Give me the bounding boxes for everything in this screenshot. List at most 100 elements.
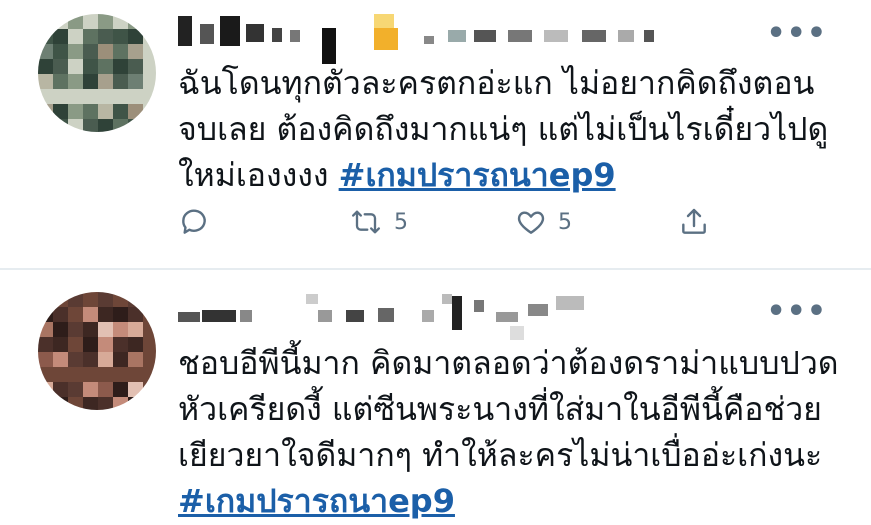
avatar-pixel	[38, 367, 53, 382]
avatar-pixel	[38, 29, 53, 44]
avatar-pixel	[98, 14, 113, 29]
avatar-pixel	[113, 382, 128, 397]
avatar-pixel	[83, 59, 98, 74]
avatar-pixel	[128, 29, 143, 44]
avatar-pixel	[68, 337, 83, 352]
avatar-pixel	[143, 367, 156, 382]
avatar-pixel	[38, 59, 53, 74]
avatar-pixel	[113, 44, 128, 59]
author-name-blurred[interactable]	[178, 290, 618, 340]
avatar-pixel	[143, 119, 156, 132]
avatar-pixel	[53, 29, 68, 44]
avatar-pixel	[68, 59, 83, 74]
avatar-pixel	[83, 104, 98, 119]
avatar-pixel	[113, 14, 128, 29]
avatar-pixel	[128, 352, 143, 367]
avatar-pixel	[128, 119, 143, 132]
avatar-pixel	[38, 74, 53, 89]
avatar-pixel	[128, 104, 143, 119]
avatar-pixel	[68, 74, 83, 89]
avatar-pixel	[98, 322, 113, 337]
avatar-pixel	[98, 74, 113, 89]
avatar-pixel	[98, 397, 113, 410]
avatar-pixel	[38, 322, 53, 337]
hashtag-link[interactable]: #เกมปรารถนาep9	[339, 156, 616, 194]
avatar-pixel	[98, 337, 113, 352]
avatar-pixel	[113, 292, 128, 307]
avatar-pixel	[83, 292, 98, 307]
avatar-pixel	[143, 397, 156, 410]
reply-icon	[178, 206, 210, 238]
avatar-pixel	[128, 44, 143, 59]
avatar-pixel	[53, 89, 68, 104]
avatar-pixel	[143, 322, 156, 337]
avatar-pixel	[143, 104, 156, 119]
author-name-blurred[interactable]	[178, 10, 698, 64]
avatar-pixel	[38, 337, 53, 352]
avatar-pixel	[53, 367, 68, 382]
avatar-pixel	[113, 307, 128, 322]
avatar-pixel	[113, 29, 128, 44]
more-icon[interactable]: •••	[766, 19, 827, 49]
avatar-pixel	[68, 104, 83, 119]
retweet-count: 5	[394, 209, 408, 235]
avatar-pixel	[38, 14, 53, 29]
hashtag-link[interactable]: #เกมปรารถนาep9	[178, 482, 455, 520]
like-icon	[514, 206, 548, 238]
avatar-pixel	[83, 352, 98, 367]
avatar-pixel	[143, 29, 156, 44]
avatar-pixel	[98, 119, 113, 132]
avatar-pixel	[83, 89, 98, 104]
avatar-pixel	[143, 337, 156, 352]
avatar-pixel	[143, 307, 156, 322]
avatar-pixel	[128, 59, 143, 74]
avatar-pixel	[53, 59, 68, 74]
tweet-actions: 5 5	[178, 200, 738, 244]
avatar-pixel	[83, 337, 98, 352]
avatar-pixel	[128, 367, 143, 382]
avatar-pixel	[83, 14, 98, 29]
avatar[interactable]	[38, 14, 156, 132]
tweet-1[interactable]: ••• ฉันโดนทุกตัวละครตกอ่ะแก ไม่อยากคิดถึ…	[0, 0, 871, 268]
avatar-pixel	[68, 44, 83, 59]
tweet-body: ชอบอีพีนี้มาก คิดมาตลอดว่าต้องดราม่าแบบป…	[178, 344, 839, 474]
avatar-pixel	[98, 29, 113, 44]
share-button[interactable]	[678, 200, 710, 244]
avatar-pixel	[68, 89, 83, 104]
avatar-pixel	[113, 89, 128, 104]
avatar-pixel	[53, 119, 68, 132]
avatar-pixel	[68, 14, 83, 29]
avatar-pixel	[98, 104, 113, 119]
avatar-pixel	[113, 59, 128, 74]
avatar-pixel	[143, 382, 156, 397]
avatar-pixel	[53, 352, 68, 367]
tweet-2[interactable]: ••• ชอบอีพีนี้มาก คิดมาตลอดว่าต้องดราม่า…	[0, 270, 871, 525]
avatar-pixel	[128, 337, 143, 352]
more-icon[interactable]: •••	[766, 297, 827, 327]
avatar-pixel	[143, 14, 156, 29]
avatar-pixel	[83, 382, 98, 397]
avatar-pixel	[83, 44, 98, 59]
avatar-pixel	[98, 352, 113, 367]
avatar-pixel	[143, 352, 156, 367]
like-button[interactable]: 5	[514, 200, 572, 244]
tweet-text: ฉันโดนทุกตัวละครตกอ่ะแก ไม่อยากคิดถึงตอน…	[178, 60, 848, 198]
avatar-pixel	[38, 44, 53, 59]
avatar-pixel	[53, 292, 68, 307]
avatar-pixel	[83, 29, 98, 44]
retweet-button[interactable]: 5	[348, 200, 408, 244]
reply-button[interactable]	[178, 200, 210, 244]
avatar-pixel	[98, 44, 113, 59]
avatar-pixel	[38, 89, 53, 104]
avatar-pixel	[113, 322, 128, 337]
avatar-pixel	[38, 119, 53, 132]
avatar-pixel	[113, 367, 128, 382]
share-icon	[678, 206, 710, 238]
avatar-pixel	[68, 322, 83, 337]
tweet-text: ชอบอีพีนี้มาก คิดมาตลอดว่าต้องดราม่าแบบป…	[178, 340, 848, 524]
avatar[interactable]	[38, 292, 156, 410]
avatar-pixel	[68, 397, 83, 410]
avatar-pixel	[128, 292, 143, 307]
avatar-pixel	[98, 59, 113, 74]
avatar-pixel	[128, 74, 143, 89]
